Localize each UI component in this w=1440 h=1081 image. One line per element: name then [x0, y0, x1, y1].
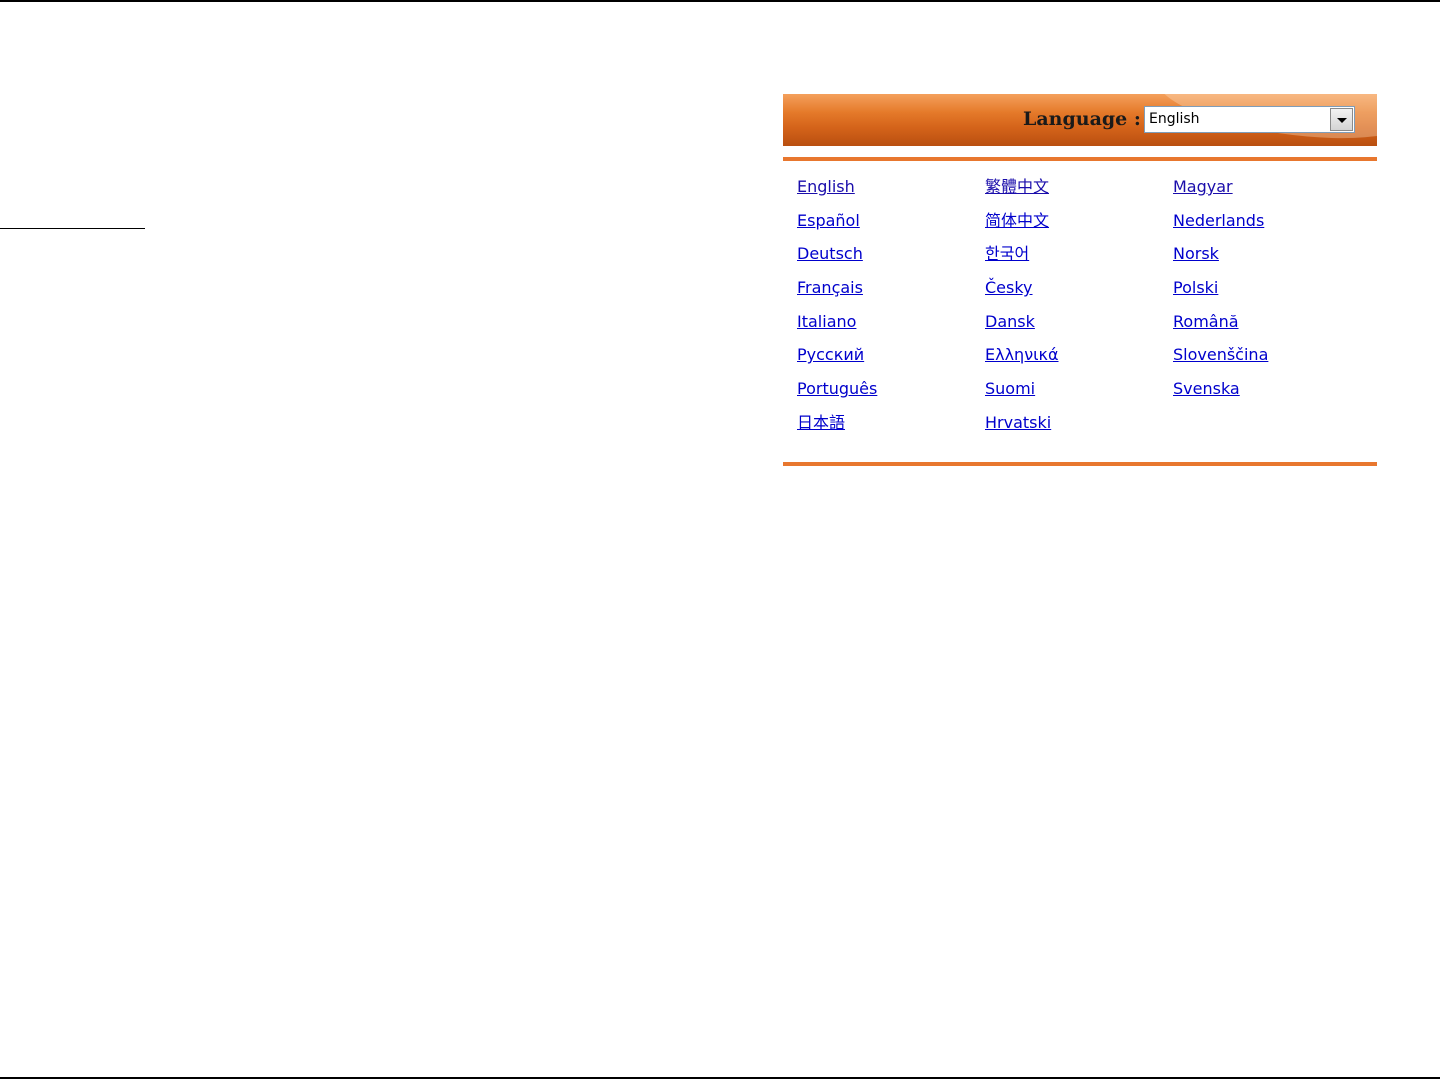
language-link-grid: English Español Deutsch Français Italian…	[797, 174, 1367, 446]
panel-divider-top	[783, 157, 1377, 161]
language-link-italiano[interactable]: Italiano	[797, 309, 985, 343]
language-link-svenska[interactable]: Svenska	[1173, 376, 1367, 410]
chevron-down-icon	[1337, 118, 1347, 123]
language-link-traditional-chinese[interactable]: 繁體中文	[985, 174, 1173, 208]
language-link-japanese[interactable]: 日本語	[797, 410, 985, 444]
page-top-border	[0, 0, 1440, 2]
language-link-hrvatski[interactable]: Hrvatski	[985, 410, 1173, 444]
language-link-deutsch[interactable]: Deutsch	[797, 241, 985, 275]
panel-divider-bottom	[783, 462, 1377, 466]
language-column-2: 繁體中文 简体中文 한국어 Česky Dansk Ελληνικά Suomi…	[985, 174, 1173, 446]
language-link-portugues[interactable]: Português	[797, 376, 985, 410]
page-bottom-border	[0, 1077, 1440, 1079]
language-column-3: Magyar Nederlands Norsk Polski Română Sl…	[1173, 174, 1367, 446]
language-link-korean[interactable]: 한국어	[985, 241, 1173, 275]
language-link-francais[interactable]: Français	[797, 275, 985, 309]
language-link-czech[interactable]: Česky	[985, 275, 1173, 309]
language-select-value: English	[1149, 111, 1200, 127]
language-link-suomi[interactable]: Suomi	[985, 376, 1173, 410]
language-link-magyar[interactable]: Magyar	[1173, 174, 1367, 208]
language-link-simplified-chinese[interactable]: 简体中文	[985, 208, 1173, 242]
language-select[interactable]: English	[1144, 106, 1355, 133]
dropdown-button[interactable]	[1330, 108, 1353, 131]
language-link-slovenscina[interactable]: Slovenščina	[1173, 342, 1367, 376]
language-label: Language :	[1023, 108, 1141, 130]
language-link-russian[interactable]: Русский	[797, 342, 985, 376]
language-header-bar: Language : English	[783, 94, 1377, 146]
language-link-dansk[interactable]: Dansk	[985, 309, 1173, 343]
language-column-1: English Español Deutsch Français Italian…	[797, 174, 985, 446]
margin-rule	[0, 228, 145, 229]
language-link-romana[interactable]: Română	[1173, 309, 1367, 343]
language-link-english[interactable]: English	[797, 174, 985, 208]
language-link-espanol[interactable]: Español	[797, 208, 985, 242]
language-link-norsk[interactable]: Norsk	[1173, 241, 1367, 275]
language-link-nederlands[interactable]: Nederlands	[1173, 208, 1367, 242]
language-link-polski[interactable]: Polski	[1173, 275, 1367, 309]
language-panel: Language : English English Español Deuts…	[783, 94, 1377, 466]
language-link-greek[interactable]: Ελληνικά	[985, 342, 1173, 376]
